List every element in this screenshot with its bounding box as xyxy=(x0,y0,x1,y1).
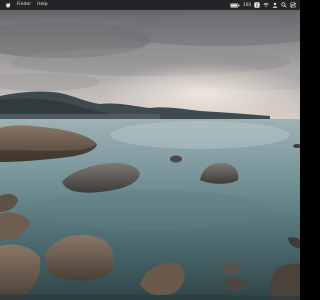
wifi-icon[interactable] xyxy=(263,0,269,10)
info-icon[interactable] xyxy=(254,0,260,10)
desktop-wallpaper xyxy=(0,0,300,300)
apple-logo-icon[interactable] xyxy=(4,0,12,10)
menu-bar: Finder Help 100 xyxy=(0,0,300,10)
menu-bar-right: 100 xyxy=(230,0,296,10)
menu-bar-left: Finder Help xyxy=(4,0,51,10)
search-icon[interactable] xyxy=(281,0,287,10)
battery-percent: 100 xyxy=(243,2,251,7)
menu-app-name[interactable]: Finder xyxy=(14,0,34,10)
battery-icon[interactable] xyxy=(230,0,240,10)
desktop: Finder Help 100 xyxy=(0,0,300,300)
control-center-icon[interactable] xyxy=(290,0,296,10)
user-icon[interactable] xyxy=(272,0,278,10)
menu-help[interactable]: Help xyxy=(34,0,50,10)
